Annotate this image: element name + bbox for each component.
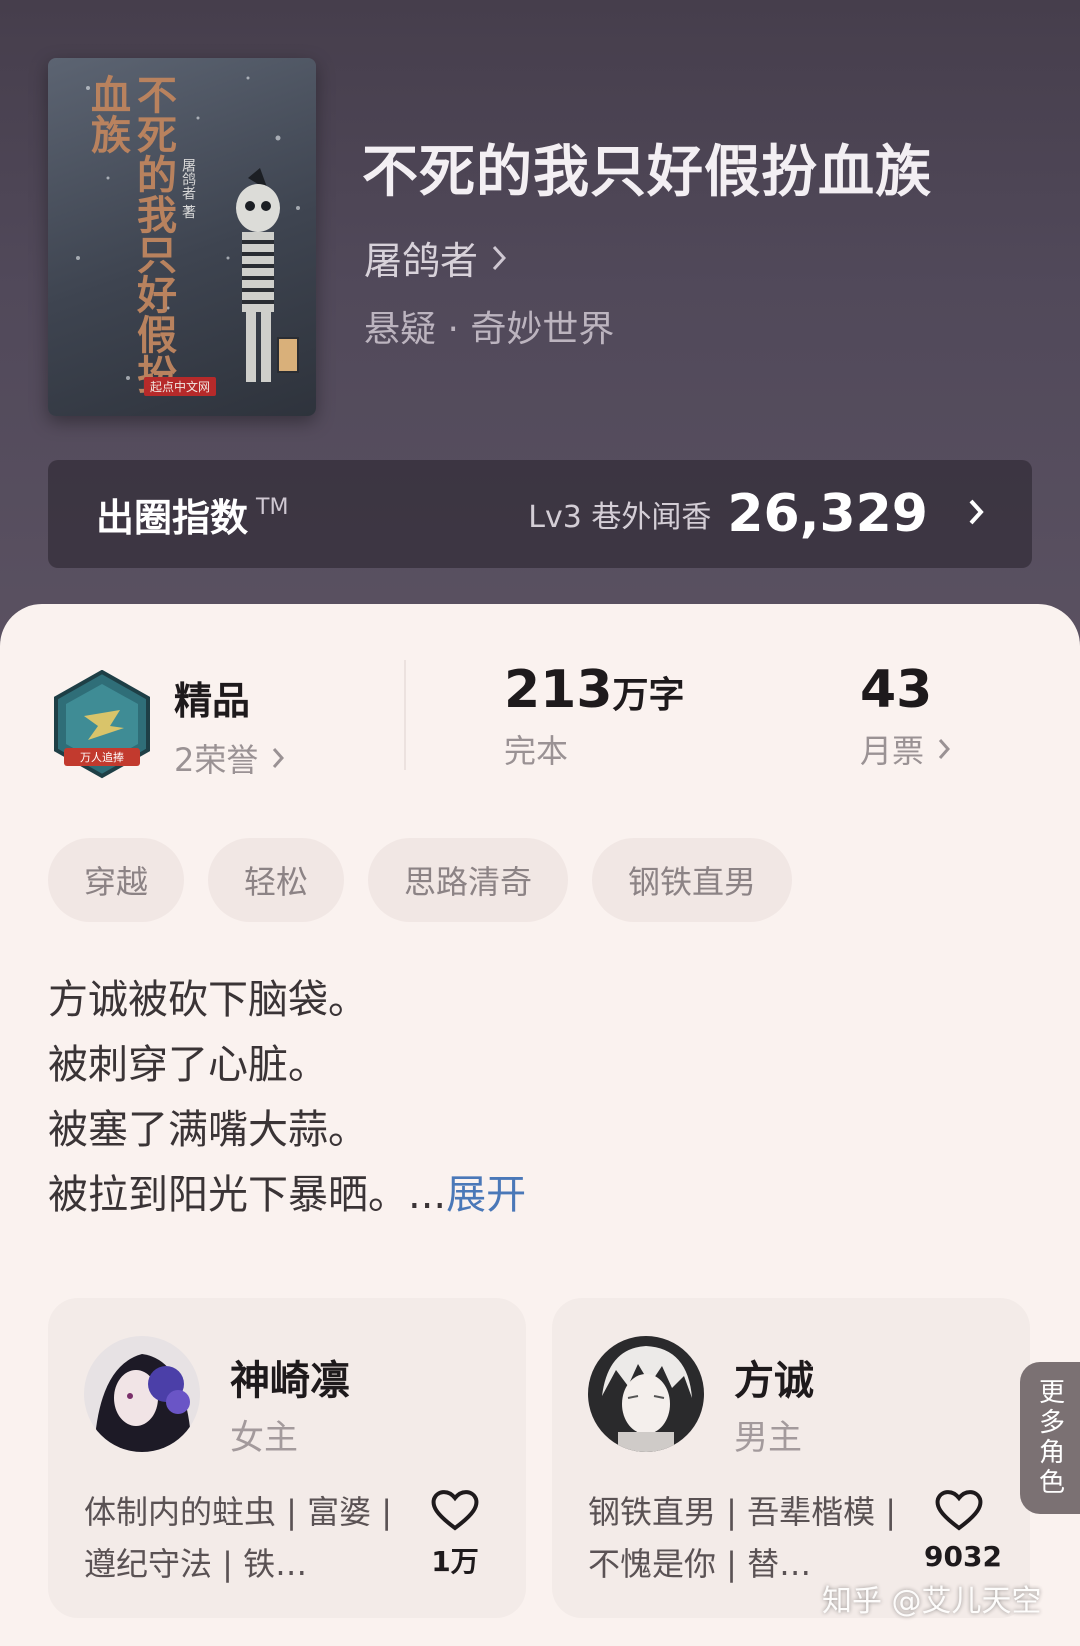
index-score: 26,329 — [727, 484, 928, 544]
cover-publisher-logo: 起点中文网 — [144, 377, 217, 396]
book-cover[interactable]: 不死的我只好假扮血族 屠鸽者 著 起点中文网 — [48, 58, 316, 416]
synopsis[interactable]: 方诚被砍下脑袋。 被刺穿了心脏。 被塞了满嘴大蒜。 被拉到阳光下暴晒。...展开 — [48, 968, 1028, 1228]
heart-icon — [935, 1490, 983, 1531]
synopsis-line: 方诚被砍下脑袋。 — [48, 977, 368, 1023]
tag-chip[interactable]: 钢铁直男 — [592, 838, 793, 922]
tag-list: 穿越 轻松 思路清奇 钢铁直男 — [48, 838, 793, 922]
book-genre[interactable]: 悬疑 · 奇妙世界 — [364, 300, 614, 352]
honors-count: 2荣誉 — [174, 741, 259, 779]
chevron-right-icon — [968, 498, 984, 530]
book-header: 不死的我只好假扮血族 屠鸽者 著 起点中文网 不死的我只好假扮血族 屠鸽者 悬疑… — [0, 0, 1080, 640]
synopsis-line: 被塞了满嘴大蒜。 — [48, 1107, 368, 1153]
cover-author: 屠鸽者 著 — [180, 158, 196, 219]
index-label: 出圈指数 — [96, 495, 249, 540]
more-roles-button[interactable]: 更多角色 — [1020, 1362, 1080, 1514]
character-role: 男主 — [734, 1418, 802, 1458]
tag-chip[interactable]: 思路清奇 — [368, 838, 569, 922]
watermark: 知乎 @艾儿天空 — [822, 1584, 1042, 1619]
stat-divider — [404, 660, 406, 770]
like-count: 1万 — [431, 1545, 479, 1578]
word-count-number: 213 — [504, 660, 613, 720]
character-description: 体制内的蛀虫 | 富婆 | 遵纪守法 | 铁… — [84, 1493, 393, 1583]
word-count-unit: 万字 — [612, 675, 685, 716]
synopsis-line: 被拉到阳光下暴晒。... — [48, 1172, 447, 1218]
trademark-mark: TM — [256, 494, 289, 520]
tag-chip[interactable]: 轻松 — [208, 838, 345, 922]
character-name: 神崎凛 — [230, 1358, 350, 1404]
character-card[interactable]: 方诚 男主 钢铁直男 | 吾辈楷模 | 不愧是你 | 替… 9032 — [552, 1298, 1030, 1618]
author-name: 屠鸽者 — [364, 239, 479, 283]
heart-icon — [431, 1490, 479, 1531]
cover-title: 不死的我只好假扮血族 — [84, 74, 177, 394]
word-count-stat: 213万字 完本 — [504, 660, 685, 772]
monthly-votes-count: 43 — [860, 660, 933, 720]
index-value-group: Lv3 巷外闻香 26,329 — [528, 484, 984, 544]
expand-link[interactable]: 展开 — [446, 1172, 526, 1218]
like-button[interactable]: 9032 — [924, 1488, 1002, 1573]
book-title: 不死的我只好假扮血族 — [362, 139, 932, 205]
synopsis-line: 被刺穿了心脏。 — [48, 1042, 328, 1088]
character-description: 钢铁直男 | 吾辈楷模 | 不愧是你 | 替… — [588, 1493, 897, 1583]
popularity-index-bar[interactable]: 出圈指数 TM Lv3 巷外闻香 26,329 — [48, 460, 1032, 568]
chevron-right-icon — [492, 236, 507, 280]
character-card[interactable]: 神崎凛 女主 体制内的蛀虫 | 富婆 | 遵纪守法 | 铁… 1万 — [48, 1298, 526, 1618]
book-detail-card: 万人追捧 精品 2荣誉 213万字 完本 43 月票 穿越 轻松 思路清奇 钢铁… — [0, 604, 1080, 1646]
like-button[interactable]: 1万 — [420, 1488, 490, 1580]
monthly-votes-label: 月票 — [860, 732, 925, 770]
badge-caption: 万人追捧 — [80, 750, 124, 764]
character-role: 女主 — [230, 1418, 298, 1458]
quality-badge-icon[interactable]: 万人追捧 — [50, 669, 154, 780]
monthly-votes-stat[interactable]: 43 月票 — [860, 660, 951, 772]
avatar — [588, 1336, 704, 1452]
chevron-right-icon — [938, 730, 951, 768]
honors-stat[interactable]: 精品 2荣誉 — [174, 670, 285, 781]
avatar — [84, 1336, 200, 1452]
quality-label: 精品 — [174, 679, 251, 723]
cover-figure-illustration — [236, 168, 299, 382]
character-name: 方诚 — [734, 1358, 814, 1404]
completion-status: 完本 — [504, 732, 569, 770]
tag-chip[interactable]: 穿越 — [48, 838, 185, 922]
author-link[interactable]: 屠鸽者 — [364, 230, 507, 285]
chevron-right-icon — [272, 739, 285, 777]
like-count: 9032 — [924, 1540, 1002, 1573]
index-level: Lv3 巷外闻香 — [528, 500, 712, 535]
